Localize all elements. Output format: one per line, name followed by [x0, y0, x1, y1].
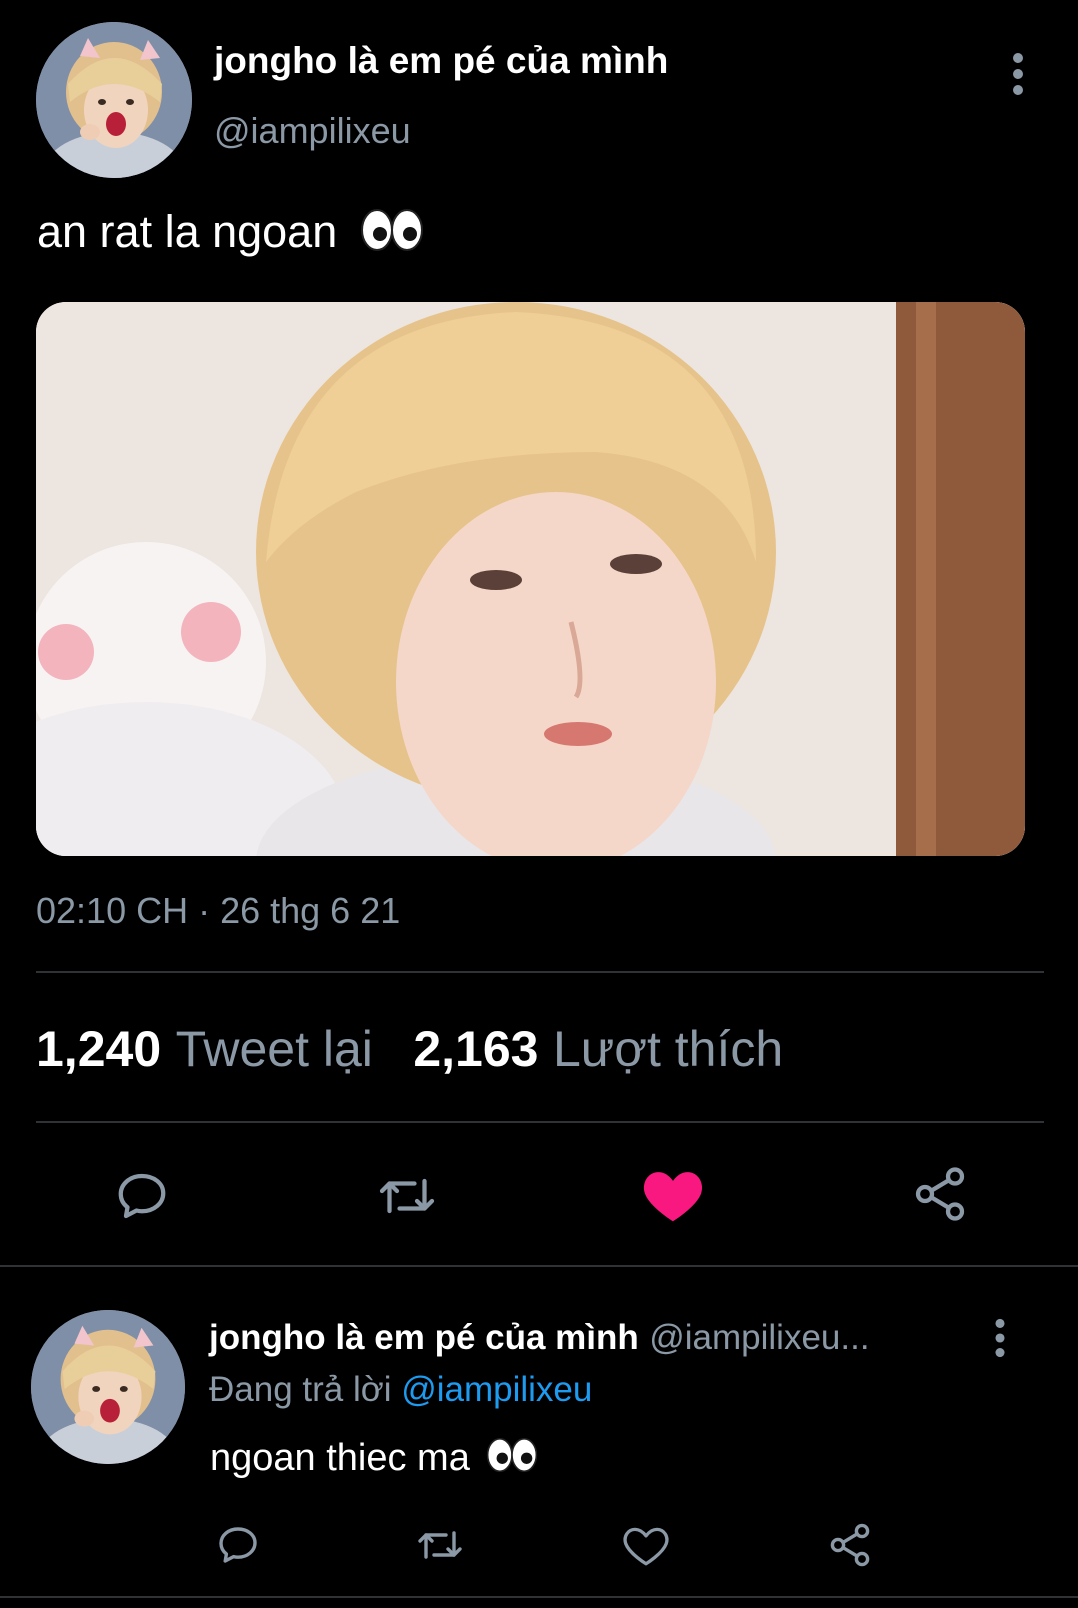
tweet-timestamp[interactable]: 02:10 CH · 26 thg 6 21: [36, 890, 400, 932]
replying-to-label: Đang trả lời: [209, 1370, 392, 1409]
reply-reply-icon[interactable]: [214, 1521, 262, 1569]
reply-author-handle[interactable]: @iampilixeu...: [649, 1318, 869, 1357]
reply-more-options-icon[interactable]: [989, 1318, 1011, 1358]
heart-icon[interactable]: [640, 1164, 706, 1224]
author-handle[interactable]: @iampilixeu: [214, 110, 411, 152]
reply-author-avatar[interactable]: [31, 1310, 185, 1464]
tweet-stats: 1,240 Tweet lại 2,163 Lượt thích: [36, 1020, 783, 1078]
tweet-photo[interactable]: [36, 302, 1025, 856]
tweet-text-content: an rat la ngoan: [37, 206, 338, 257]
replying-to: Đang trả lời @iampilixeu: [209, 1370, 592, 1410]
reply-share-icon[interactable]: [826, 1521, 874, 1569]
reply-header: jongho là em pé của mình @iampilixeu...: [209, 1318, 870, 1358]
divider: [0, 1265, 1078, 1267]
eyes-emoji: [360, 207, 424, 264]
divider: [36, 1121, 1044, 1123]
retweet-icon[interactable]: [374, 1166, 440, 1226]
reply-heart-icon[interactable]: [621, 1521, 671, 1569]
like-count: 2,163: [413, 1021, 539, 1077]
reply-icon[interactable]: [112, 1166, 172, 1226]
replying-to-mention[interactable]: @iampilixeu: [401, 1370, 592, 1409]
reply-author-display-name[interactable]: jongho là em pé của mình: [209, 1318, 639, 1357]
author-display-name[interactable]: jongho là em pé của mình: [214, 40, 668, 82]
like-label: Lượt thích: [552, 1021, 784, 1077]
reply-retweet-icon[interactable]: [414, 1521, 466, 1569]
author-avatar[interactable]: [36, 22, 192, 178]
share-icon[interactable]: [910, 1164, 970, 1224]
divider: [0, 1596, 1078, 1598]
divider: [36, 971, 1044, 973]
tweet-text: an rat la ngoan: [37, 206, 424, 264]
retweet-count: 1,240: [36, 1021, 162, 1077]
retweet-label: Tweet lại: [175, 1021, 373, 1077]
reply-text-content: ngoan thiec ma: [210, 1437, 470, 1480]
reply-text: ngoan thiec ma: [210, 1436, 538, 1484]
retweet-stats[interactable]: 1,240 Tweet lại: [36, 1021, 377, 1077]
like-stats[interactable]: 2,163 Lượt thích: [413, 1021, 783, 1077]
more-options-icon[interactable]: [1006, 52, 1030, 96]
eyes-emoji: [486, 1436, 538, 1484]
